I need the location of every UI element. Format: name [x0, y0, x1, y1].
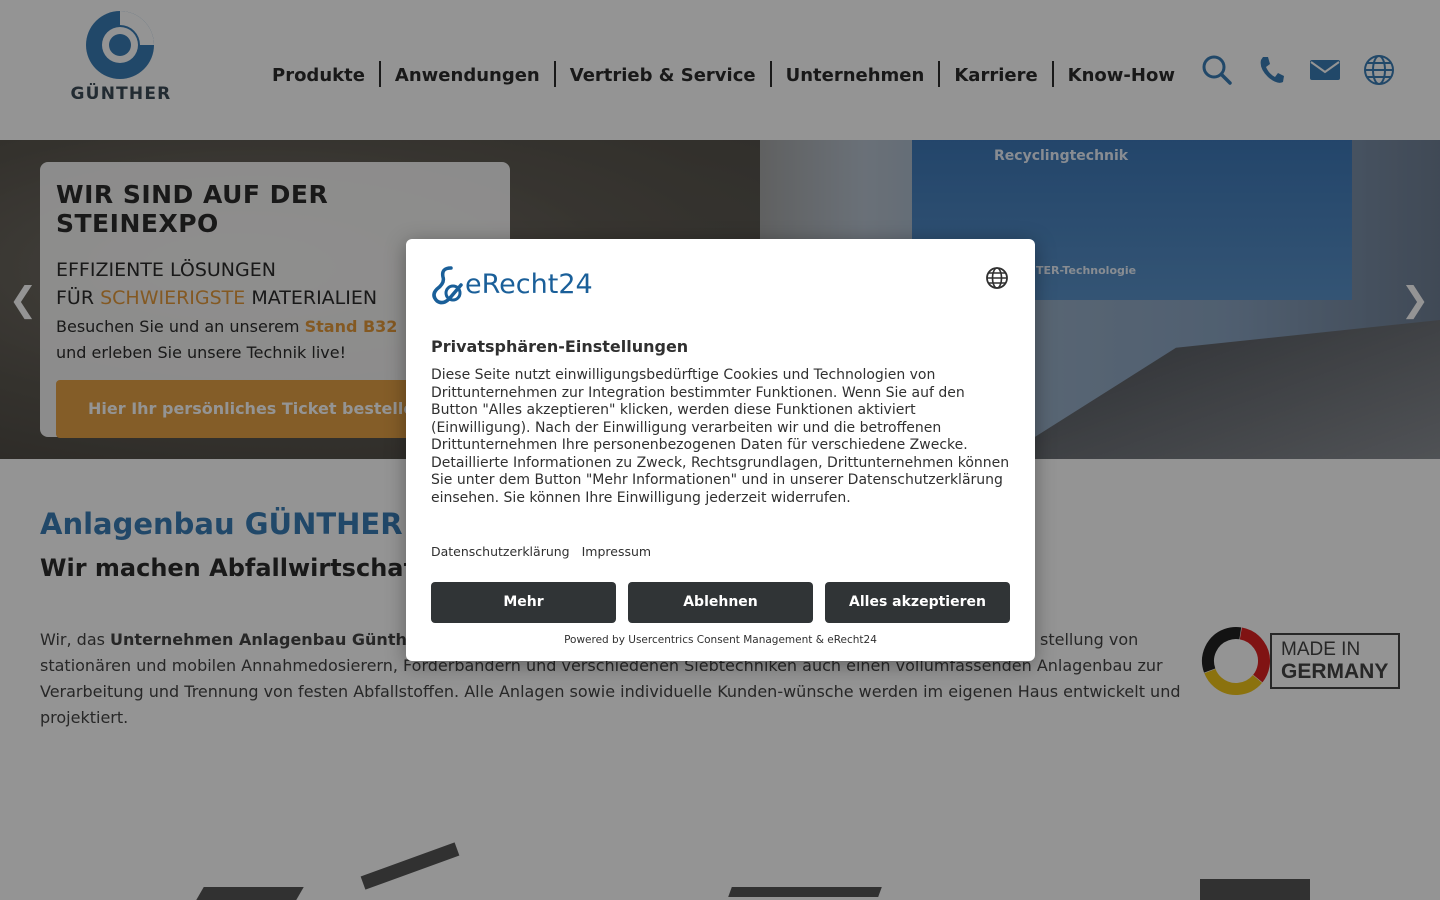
- erecht24-logo: eRecht24: [431, 265, 601, 307]
- consent-dialog: eRecht24 Privatsphären-Einstellungen Die…: [406, 239, 1035, 661]
- consent-footer: Powered by Usercentrics Consent Manageme…: [564, 634, 877, 646]
- erecht24-mark-icon: [432, 266, 463, 305]
- language-globe-icon[interactable]: [985, 266, 1009, 290]
- accept-all-button[interactable]: Alles akzeptieren: [825, 582, 1010, 623]
- privacy-policy-link[interactable]: Datenschutzerklärung: [431, 544, 570, 559]
- imprint-link[interactable]: Impressum: [582, 544, 651, 559]
- consent-links: Datenschutzerklärung Impressum: [431, 544, 651, 559]
- consent-title: Privatsphären-Einstellungen: [431, 337, 689, 356]
- deny-button[interactable]: Ablehnen: [628, 582, 813, 623]
- consent-buttons: Mehr Ablehnen Alles akzeptieren: [431, 582, 1010, 623]
- consent-description: Diese Seite nutzt einwilligungsbedürftig…: [431, 367, 1010, 506]
- more-button[interactable]: Mehr: [431, 582, 616, 623]
- erecht24-wordmark: eRecht24: [465, 269, 593, 300]
